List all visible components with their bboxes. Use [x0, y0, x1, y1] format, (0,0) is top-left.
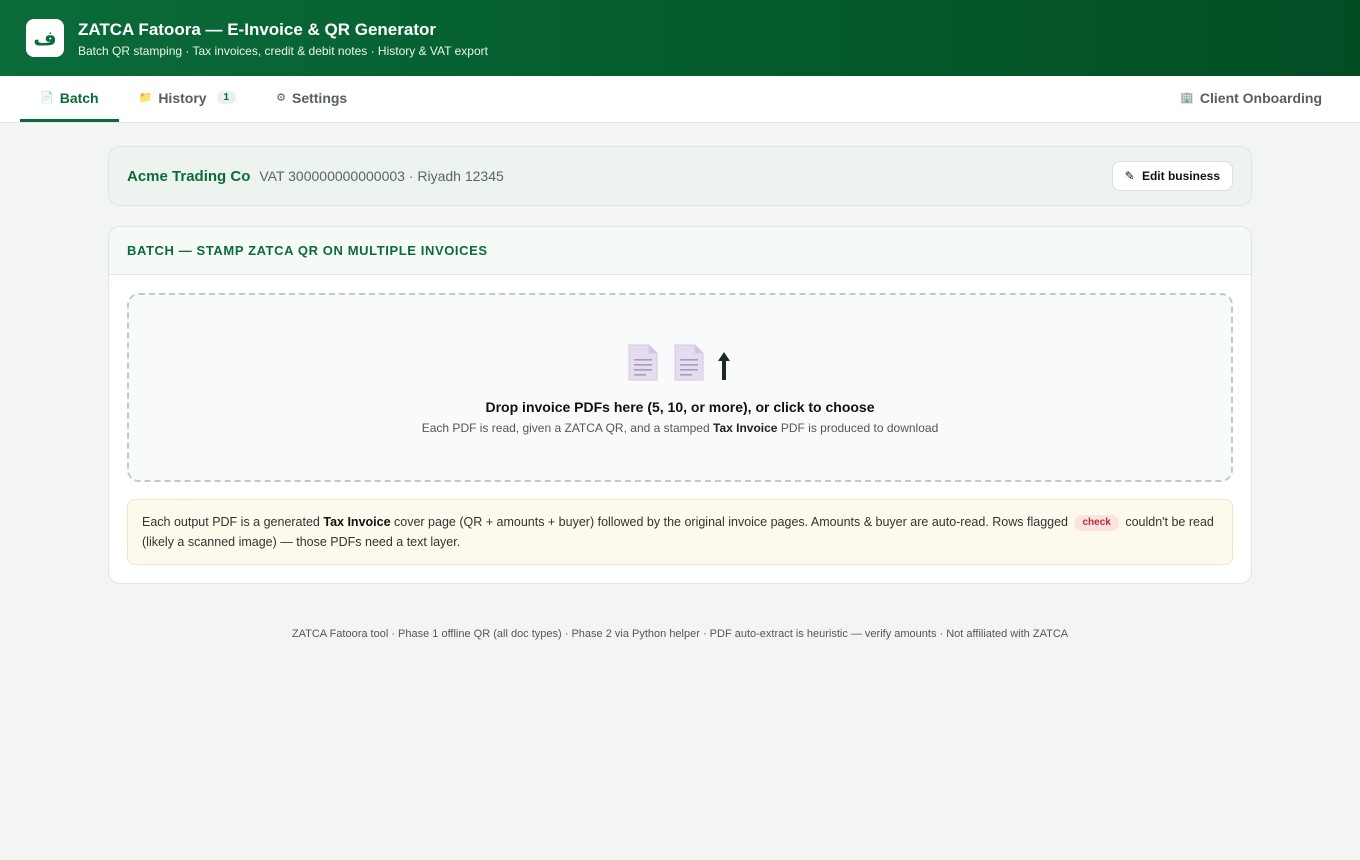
logo-glyph: ف: [33, 26, 57, 50]
gear-icon: ⚙: [276, 91, 286, 104]
edit-business-button[interactable]: ✎ Edit business: [1111, 161, 1233, 191]
history-count-badge: 1: [216, 91, 237, 104]
tab-bar: 📄 Batch 📁 History 1 ⚙ Settings 🏢 Client …: [0, 76, 1360, 123]
note-bold: Tax Invoice: [323, 515, 391, 529]
tab-history-label: History: [158, 89, 207, 106]
tab-client-onboarding[interactable]: 🏢 Client Onboarding: [1160, 76, 1340, 122]
info-note: Each output PDF is a generated Tax Invoi…: [127, 499, 1233, 565]
batch-panel: Batch — stamp ZATCA QR on multiple invoi…: [108, 226, 1252, 584]
pdf-dropzone[interactable]: Drop invoice PDFs here (5, 10, or more),…: [127, 293, 1233, 482]
folder-icon: 📁: [138, 91, 153, 104]
app-title: ZATCA Fatoora — E-Invoice & QR Generator: [78, 19, 436, 39]
dropzone-subtitle: Each PDF is read, given a ZATCA QR, and …: [422, 421, 939, 435]
note-mid: cover page (QR + amounts + buyer) follow…: [390, 515, 1072, 529]
dropzone-icons: [628, 341, 732, 381]
business-meta: VAT 300000000000003 · Riyadh 12345: [259, 168, 504, 184]
app-header: ف ZATCA Fatoora — E-Invoice & QR Generat…: [0, 0, 1360, 76]
batch-body: Drop invoice PDFs here (5, 10, or more),…: [109, 275, 1251, 583]
business-card: Acme Trading Co VAT 300000000000003 · Ri…: [108, 146, 1252, 206]
business-name: Acme Trading Co: [127, 167, 251, 185]
tab-batch[interactable]: 📄 Batch: [20, 76, 119, 122]
page-footer: ZATCA Fatoora tool · Phase 1 offline QR …: [291, 628, 1069, 640]
building-icon: 🏢: [1180, 91, 1194, 104]
document-icon: [674, 344, 704, 380]
tab-batch-label: Batch: [59, 89, 99, 106]
app-subtitle: Batch QR stamping · Tax invoices, credit…: [78, 43, 488, 58]
note-pre: Each output PDF is a generated: [142, 515, 324, 529]
dropzone-sub-pre: Each PDF is read, given a ZATCA QR, and …: [421, 420, 713, 435]
main-content: Acme Trading Co VAT 300000000000003 · Ri…: [108, 146, 1252, 640]
dropzone-sub-bold: Tax Invoice: [713, 420, 778, 435]
pencil-icon: ✎: [1124, 169, 1135, 183]
document-icon: [628, 344, 658, 380]
tab-settings[interactable]: ⚙ Settings: [256, 76, 367, 122]
upload-arrow-icon: [718, 351, 730, 380]
tab-history[interactable]: 📁 History 1: [119, 76, 257, 122]
batch-heading: Batch — stamp ZATCA QR on multiple invoi…: [109, 227, 1251, 275]
tab-onboarding-label: Client Onboarding: [1199, 89, 1322, 106]
tab-spacer: [367, 76, 1160, 122]
edit-business-label: Edit business: [1141, 169, 1220, 183]
dropzone-sub-post: PDF is produced to download: [777, 420, 939, 435]
dropzone-title: Drop invoice PDFs here (5, 10, or more),…: [485, 398, 875, 415]
document-icon: 📄: [40, 91, 54, 104]
header-text: ZATCA Fatoora — E-Invoice & QR Generator…: [78, 19, 488, 58]
tab-settings-label: Settings: [291, 89, 348, 106]
check-chip: check: [1074, 515, 1119, 531]
app-logo: ف: [26, 19, 64, 57]
